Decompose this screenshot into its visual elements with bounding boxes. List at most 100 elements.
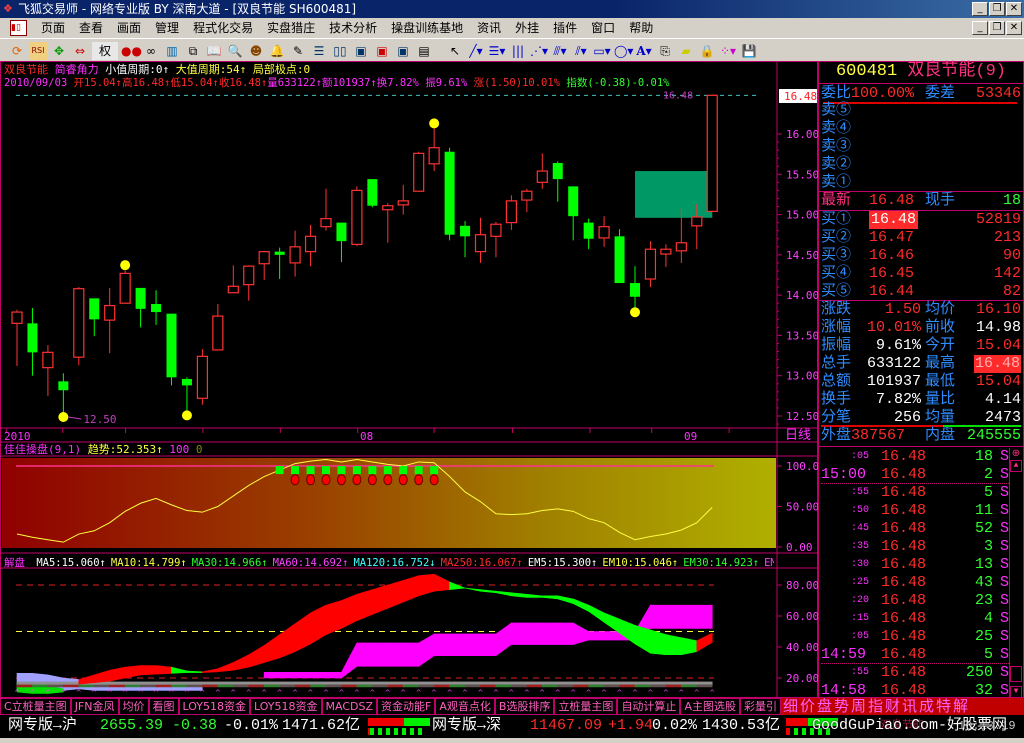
trend-ribbon xyxy=(634,624,651,654)
candle-body xyxy=(151,304,162,313)
last-price-row: 最新 16.48 现手 18 xyxy=(821,192,1021,210)
kline-chart[interactable]: 16.00 15.50 15.00 14.50 14.00 13.50 13.00 12.50… xyxy=(0,0,818,742)
small-cycle: 小值周期:0↑ xyxy=(105,63,170,76)
pivot-high-dot xyxy=(429,118,440,129)
crosshair-icon[interactable]: ⊕ xyxy=(1010,448,1022,460)
mixed-band xyxy=(217,684,234,688)
marker-triangle: ^ xyxy=(617,689,623,697)
sz-label[interactable]: 网专版→深 xyxy=(432,715,501,737)
indicator-tab[interactable]: LOY518资金 xyxy=(250,698,322,715)
indicator-tab[interactable]: A观音点化 xyxy=(435,698,495,715)
scroll-thumb[interactable] xyxy=(1010,666,1022,682)
stat-value: 15.04 xyxy=(975,337,1021,354)
indicator-tab[interactable]: JFN金凤 xyxy=(70,698,119,715)
mixed-band xyxy=(32,684,49,688)
candle xyxy=(660,244,672,267)
panel3-tick-label: 80.00 xyxy=(786,579,818,592)
indicator-tab[interactable]: 均价 xyxy=(118,698,149,715)
minimize-button[interactable]: _ xyxy=(972,2,988,16)
stat-value: 14.98 xyxy=(975,319,1021,336)
tick-volume: 3 xyxy=(983,538,993,555)
restore-button[interactable]: ❐ xyxy=(989,2,1005,16)
candle-body xyxy=(166,313,177,378)
chart-header-2: 2010/09/03 开15.04↑高16.48↑低15.04↑收16.48↑量… xyxy=(4,77,670,90)
pivot-low-dot xyxy=(630,307,640,318)
indicator-tab[interactable]: A主图选股 xyxy=(680,698,740,715)
indicator-tab[interactable]: 自动计算止 xyxy=(617,698,681,715)
candle-body xyxy=(181,378,192,386)
tick-price: 16.48 xyxy=(881,484,927,501)
last-label: 最新 xyxy=(821,192,852,209)
candle xyxy=(289,230,301,277)
panel3-name[interactable]: 解盘 xyxy=(4,557,25,569)
stat-label: 今开 xyxy=(925,337,956,354)
marker-triangle: ^ xyxy=(709,689,715,697)
indicator-tab[interactable]: 看图 xyxy=(148,698,179,715)
indicator-tab[interactable]: 彩量引 xyxy=(739,698,781,715)
candle xyxy=(104,287,116,354)
step-ribbon xyxy=(294,671,311,679)
step-ribbon xyxy=(665,604,682,629)
trend-ribbon xyxy=(217,662,234,673)
sh-percent: -0.01% xyxy=(224,717,279,734)
panel3-tick-label: 20.00 xyxy=(786,672,818,685)
mixed-band xyxy=(155,684,172,688)
period-daily[interactable]: 日线 xyxy=(785,428,811,444)
sz-change: +1.94 xyxy=(608,717,654,734)
tick-price: 16.48 xyxy=(881,592,927,609)
indicator-tab[interactable]: B选股排序 xyxy=(494,698,555,715)
quick-tabs[interactable]: 细价盘势周指财讯成特解 xyxy=(780,698,1024,715)
candle xyxy=(490,221,502,258)
step-ribbon xyxy=(263,671,280,679)
step-ribbon xyxy=(356,642,373,667)
panel2-name[interactable]: 佳佳操盘(9,1) xyxy=(4,443,81,456)
gray-band xyxy=(109,681,126,685)
tick-time: :55 xyxy=(851,487,870,498)
gray-band xyxy=(372,681,389,685)
stat-label: 换手 xyxy=(821,391,852,408)
scroll-up-button[interactable]: ▲ xyxy=(1010,460,1022,472)
indicator-tab[interactable]: 立桩量主图 xyxy=(554,698,618,715)
inner-label: 内盘 xyxy=(925,427,956,444)
candle-body xyxy=(598,226,610,239)
indicator-tabs: C立桩量主图 JFN金凤 均价 看图 LOY518资金 LOY518资金 MACDSZ 资金动… xyxy=(0,698,1024,715)
mixed-band xyxy=(696,684,713,688)
scroll-down-button[interactable]: ▼ xyxy=(1010,686,1022,698)
bar-change: 涨(1.50)10.01% xyxy=(473,77,560,89)
tick-volume: 18 xyxy=(974,448,993,465)
candle-body xyxy=(104,305,116,321)
trend-ribbon xyxy=(696,632,713,653)
bid-row: 买④ 16.45 142 xyxy=(821,265,1021,283)
stat-value: 1.50 xyxy=(884,301,921,318)
indicator-tab[interactable]: MACDSZ xyxy=(321,698,378,715)
signal-dot xyxy=(352,474,362,486)
gray-band xyxy=(171,681,188,685)
mixed-band xyxy=(418,684,435,688)
child-restore-button[interactable]: ❐ xyxy=(989,21,1005,35)
tick-volume: 5 xyxy=(983,646,993,663)
tick-side: S xyxy=(999,646,1009,663)
tick-side: S xyxy=(999,520,1009,537)
indicator-tab[interactable]: C立桩量主图 xyxy=(0,698,71,715)
ticks-scrollbar[interactable]: ⊕ ▲ ▼ xyxy=(1009,448,1022,698)
gray-band xyxy=(619,681,636,685)
sh-amount: 1471.62亿 xyxy=(282,717,361,734)
target-zone xyxy=(635,171,713,218)
indicator-tab[interactable]: 资金动能F xyxy=(377,698,436,715)
trend-ribbon xyxy=(418,573,435,597)
child-close-button[interactable]: ✕ xyxy=(1006,21,1022,35)
step-ribbon xyxy=(449,633,466,656)
close-button[interactable]: ✕ xyxy=(1006,2,1022,16)
gray-band xyxy=(634,681,651,685)
sh-label[interactable]: 网专版→沪 xyxy=(8,715,77,737)
marker-triangle: ^ xyxy=(138,689,144,697)
indicator-tab[interactable]: LOY518资金 xyxy=(178,698,251,715)
child-minimize-button[interactable]: _ xyxy=(972,21,988,35)
marker-triangle: ^ xyxy=(230,689,236,697)
candle-body xyxy=(119,272,131,304)
candle-body xyxy=(258,251,270,265)
panel2-trend: 趋势:52.353↑ xyxy=(87,443,163,456)
indicator-name[interactable]: 简睿角力 xyxy=(55,63,99,76)
trend-ribbon xyxy=(171,666,188,674)
candle-body xyxy=(227,285,239,294)
